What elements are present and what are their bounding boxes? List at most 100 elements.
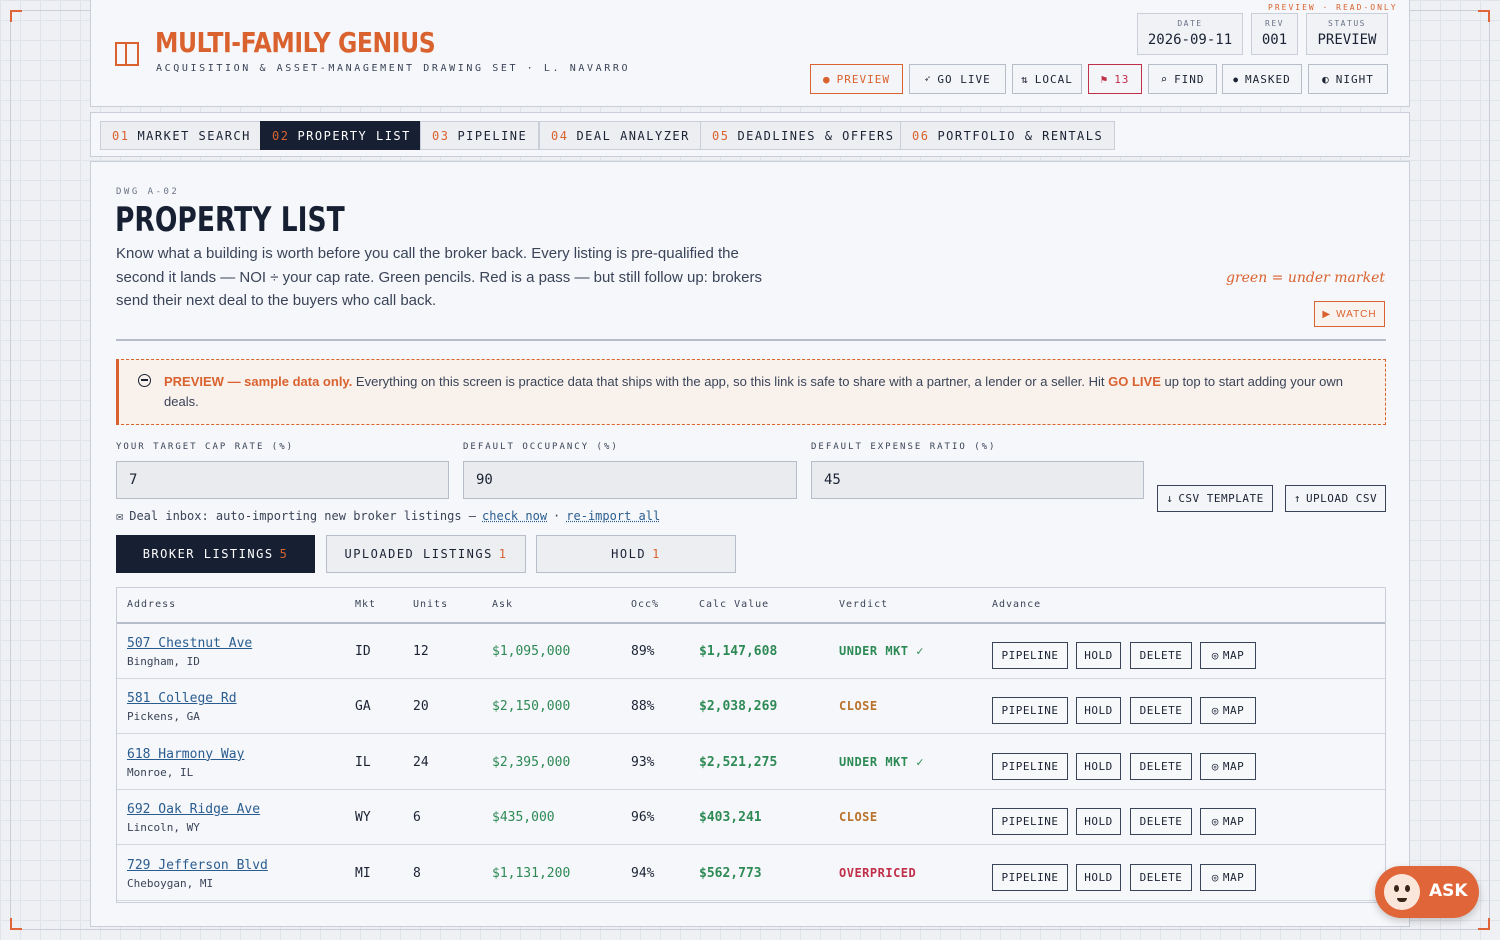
check-now-link[interactable]: check now	[482, 509, 547, 523]
hold-button[interactable]: HOLD	[1076, 863, 1121, 891]
expense-ratio-input[interactable]	[811, 461, 1144, 499]
market-cell: MI	[355, 865, 371, 881]
hold-button[interactable]: HOLD	[1076, 697, 1121, 725]
expense-ratio-label: DEFAULT EXPENSE RATIO (%)	[811, 442, 997, 452]
address-link[interactable]: 692 Oak Ridge Ave	[127, 802, 260, 817]
date-value: 2026-09-11	[1147, 32, 1233, 48]
subtab-hold[interactable]: HOLD 1	[536, 535, 736, 573]
listings-table: Address Mkt Units Ask Occ% Calc Value Ve…	[116, 587, 1386, 903]
ask-assistant-button[interactable]: ASK	[1375, 866, 1479, 918]
hold-button[interactable]: HOLD	[1076, 642, 1121, 669]
flag-icon: ⚑	[1100, 72, 1109, 86]
verdict-badge: UNDER MKT ✓	[839, 644, 924, 658]
property-list-panel: DWG A-02 PROPERTY LIST Know what a build…	[90, 161, 1410, 927]
pin-icon: ◎	[1211, 649, 1219, 662]
corner-mark	[1478, 10, 1490, 22]
address-link[interactable]: 507 Chestnut Ave	[127, 636, 252, 651]
pipeline-button[interactable]: PIPELINE	[992, 863, 1068, 891]
map-button[interactable]: ◎ MAP	[1200, 642, 1256, 669]
half-moon-icon: ◐	[1322, 72, 1330, 86]
csv-template-button[interactable]: ↓ CSV TEMPLATE	[1157, 485, 1273, 512]
deal-inbox-status: ✉ Deal inbox: auto-importing new broker …	[116, 509, 661, 523]
face-icon	[1384, 874, 1420, 910]
table-row: 507 Chestnut Ave Bingham, ID ID 12 $1,095,00…	[117, 624, 1385, 679]
upload-csv-button[interactable]: ↑ UPLOAD CSV	[1285, 485, 1386, 512]
delete-button[interactable]: DELETE	[1130, 697, 1192, 725]
pin-icon: ◎	[1211, 815, 1219, 829]
subtab-uploaded-listings[interactable]: UPLOADED LISTINGS 1	[326, 535, 526, 573]
tab-deadlines-offers[interactable]: 05 DEADLINES & OFFERS	[700, 121, 907, 150]
occupancy-input[interactable]	[463, 461, 797, 499]
city-state: Cheboygan, MI	[127, 876, 214, 890]
occupancy-label: DEFAULT OCCUPANCY (%)	[463, 442, 619, 452]
play-icon: ▶	[1322, 308, 1332, 320]
go-live-button[interactable]: ➶ GO LIVE	[909, 64, 1006, 94]
cap-rate-label: YOUR TARGET CAP RATE (%)	[116, 442, 295, 452]
page-title: PROPERTY LIST	[115, 200, 345, 240]
address-link[interactable]: 729 Jefferson Blvd	[127, 858, 268, 873]
tab-pipeline[interactable]: 03 PIPELINE	[420, 121, 540, 150]
watch-button[interactable]: ▶ WATCH	[1314, 301, 1385, 327]
table-row: 692 Oak Ridge Ave Lincoln, WY WY 6 $435,000 9…	[117, 790, 1385, 846]
flags-button[interactable]: ⚑ 13	[1088, 64, 1142, 94]
preview-read-only-tag: PREVIEW · READ-ONLY	[1268, 3, 1398, 12]
pipeline-button[interactable]: PIPELINE	[992, 642, 1068, 669]
city-state: Pickens, GA	[127, 710, 200, 724]
table-row: 581 College Rd Pickens, GA GA 20 $2,150,000 8…	[117, 679, 1385, 735]
preview-notice: PREVIEW — sample data only. Everything o…	[116, 359, 1386, 425]
occupancy-cell: 93%	[631, 754, 655, 770]
corner-mark	[10, 918, 22, 930]
rev-box: REV 001	[1251, 13, 1298, 55]
delete-button[interactable]: DELETE	[1130, 642, 1192, 669]
calc-value-cell: $2,038,269	[699, 699, 778, 715]
pipeline-button[interactable]: PIPELINE	[992, 808, 1068, 836]
find-button[interactable]: ⌕ FIND	[1148, 64, 1217, 94]
reimport-all-link[interactable]: re-import all	[566, 509, 660, 523]
book-icon	[115, 42, 139, 66]
status-box: STATUS PREVIEW	[1306, 13, 1388, 55]
search-icon: ⌕	[1160, 72, 1169, 86]
local-button[interactable]: ⇅ LOCAL	[1012, 64, 1082, 94]
masked-button[interactable]: ● MASKED	[1222, 64, 1302, 94]
divider	[116, 339, 1386, 341]
dot-icon: ●	[823, 72, 831, 86]
dot-icon: ●	[1233, 74, 1240, 84]
verdict-badge: CLOSE	[839, 810, 878, 825]
tab-portfolio-rentals[interactable]: 06 PORTFOLIO & RENTALS	[900, 121, 1116, 150]
verdict-badge: OVERPRICED	[839, 865, 917, 880]
delete-button[interactable]: DELETE	[1130, 808, 1192, 836]
subtab-broker-listings[interactable]: BROKER LISTINGS 5	[116, 535, 315, 573]
status-value: PREVIEW	[1317, 32, 1377, 48]
address-link[interactable]: 618 Harmony Way	[127, 747, 244, 762]
night-button[interactable]: ◐ NIGHT	[1308, 64, 1388, 94]
verdict-badge: CLOSE	[839, 699, 878, 714]
corner-mark	[10, 10, 22, 22]
upload-icon: ↑	[1293, 492, 1301, 505]
ask-cell: $2,150,000	[492, 699, 571, 715]
tab-property-list[interactable]: 02 PROPERTY LIST	[260, 121, 423, 150]
map-button[interactable]: ◎ MAP	[1200, 752, 1256, 780]
tab-deal-analyzer[interactable]: 04 DEAL ANALYZER	[539, 121, 702, 150]
delete-button[interactable]: DELETE	[1130, 752, 1192, 780]
market-cell: GA	[355, 699, 371, 715]
address-link[interactable]: 581 College Rd	[127, 691, 237, 706]
hold-button[interactable]: HOLD	[1076, 752, 1121, 780]
preview-button[interactable]: ● PREVIEW	[810, 64, 903, 94]
map-button[interactable]: ◎ MAP	[1200, 697, 1256, 725]
date-box: DATE 2026-09-11	[1137, 13, 1243, 55]
occupancy-cell: 94%	[631, 865, 655, 881]
pipeline-button[interactable]: PIPELINE	[992, 752, 1068, 780]
main-tabs: 01 MARKET SEARCH 02 PROPERTY LIST 03 PIPELI…	[90, 112, 1410, 157]
cap-rate-input[interactable]	[116, 461, 449, 499]
hold-button[interactable]: HOLD	[1076, 808, 1121, 836]
mail-icon: ✉	[116, 509, 124, 523]
pipeline-button[interactable]: PIPELINE	[992, 697, 1068, 725]
calc-value-cell: $562,773	[699, 865, 762, 881]
map-button[interactable]: ◎ MAP	[1200, 863, 1256, 891]
city-state: Bingham, ID	[127, 655, 200, 668]
delete-button[interactable]: DELETE	[1130, 863, 1192, 891]
map-button[interactable]: ◎ MAP	[1200, 808, 1256, 836]
pin-icon: ◎	[1211, 704, 1219, 718]
tab-market-search[interactable]: 01 MARKET SEARCH	[100, 121, 263, 150]
ask-cell: $2,395,000	[492, 754, 571, 770]
